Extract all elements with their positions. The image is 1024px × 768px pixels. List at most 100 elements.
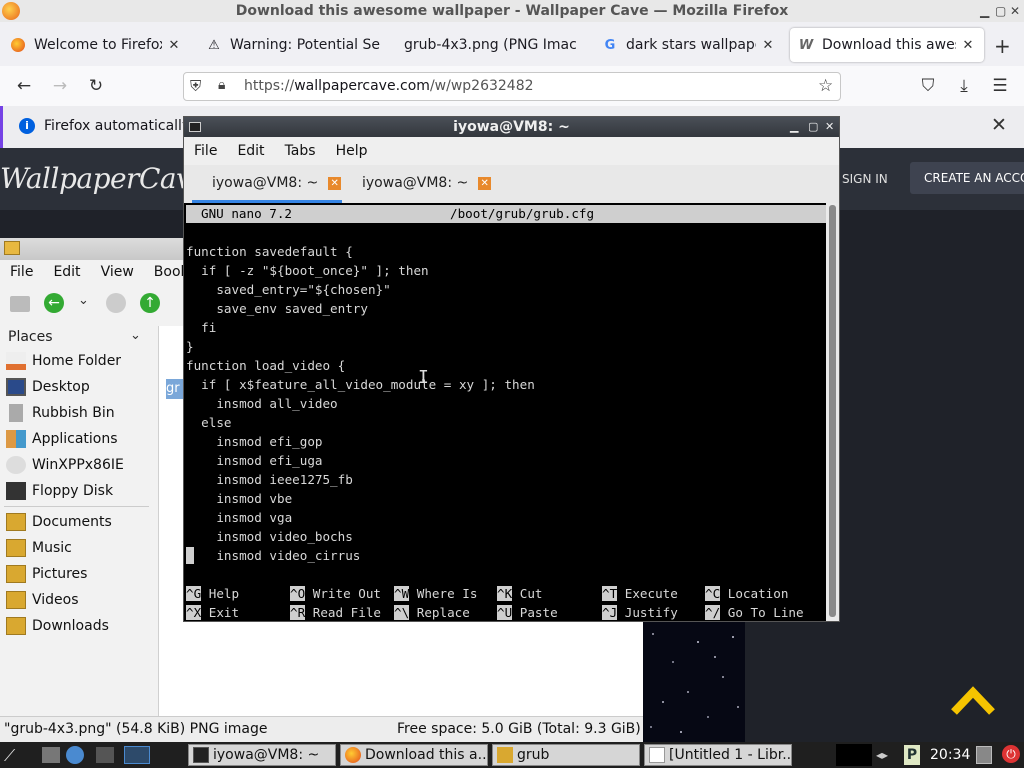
downloads-icon[interactable]: ⤓ <box>952 74 976 98</box>
up-icon[interactable]: ↑ <box>140 293 160 313</box>
taskbar-libreoffice[interactable]: [Untitled 1 - Libr... <box>644 744 792 766</box>
tab-close-icon[interactable]: ✕ <box>166 38 182 53</box>
home-icon <box>6 352 26 370</box>
close-icon[interactable]: ✕ <box>1010 0 1020 22</box>
history-dropdown-icon[interactable]: ⌄ <box>78 293 89 308</box>
tab-wallpapercave[interactable]: W Download this aweso ✕ <box>790 28 984 62</box>
place-winxp-drive[interactable]: WinXPPx86IE <box>0 452 153 478</box>
bookmark-pictures[interactable]: Pictures <box>0 561 153 587</box>
tab-close-icon[interactable]: ✕ <box>478 176 492 190</box>
pocket-icon[interactable]: ⛉ <box>916 74 940 98</box>
menu-edit[interactable]: Edit <box>43 260 90 286</box>
site-logo[interactable]: WallpaperCave <box>0 162 208 195</box>
place-floppy[interactable]: Floppy Disk <box>0 478 153 504</box>
forward-arrow-icon[interactable]: → <box>48 74 72 98</box>
power-icon[interactable]: ⏻ <box>1002 745 1020 763</box>
code-line: if [ x$feature_all_video_module = xy ]; … <box>186 377 535 392</box>
url-bar[interactable]: ⛨ 🔒︎ https://wallpapercave.com/w/wp26324… <box>183 72 841 101</box>
google-icon: G <box>604 37 616 53</box>
minimize-icon[interactable]: ▁ <box>980 0 989 22</box>
place-desktop[interactable]: Desktop <box>0 374 153 400</box>
taskbar-terminal[interactable]: iyowa@VM8: ~ <box>188 744 336 766</box>
applications-icon <box>6 430 26 448</box>
tab-grub-image[interactable]: grub-4x3.png (PNG Imac <box>396 28 592 62</box>
taskbar-grub-folder[interactable]: grub <box>492 744 640 766</box>
lock-icon[interactable]: 🔒︎ <box>218 77 225 93</box>
maximize-icon[interactable]: ▢ <box>995 0 1006 22</box>
tray-p-icon[interactable]: P <box>904 745 920 765</box>
reload-icon[interactable]: ↻ <box>84 74 108 98</box>
clock[interactable]: 20:34 <box>930 747 970 763</box>
firefox-tab-icon <box>10 37 26 53</box>
nano-filename: /boot/grub/grub.cfg <box>450 206 595 221</box>
terminal-menu-help[interactable]: Help <box>326 137 378 165</box>
menu-icon[interactable]: ☰ <box>988 74 1012 98</box>
new-tab-icon[interactable]: + <box>994 34 1011 58</box>
bookmark-documents[interactable]: Documents <box>0 509 153 535</box>
scroll-to-top-icon[interactable] <box>950 686 996 716</box>
terminal-scrollbar[interactable] <box>826 203 839 621</box>
tab-close-icon[interactable]: ✕ <box>328 176 342 190</box>
shortcut-write-out: ^O Write Out <box>290 586 382 601</box>
menu-file[interactable]: File <box>0 260 43 286</box>
minimize-icon[interactable]: ▁ <box>790 117 798 137</box>
tab-welcome[interactable]: Welcome to Firefox ✕ <box>2 28 190 62</box>
shortcut-paste: ^U Paste <box>497 605 558 620</box>
places-dropdown-icon[interactable]: ⌄ <box>130 328 141 343</box>
folder-icon <box>6 591 26 609</box>
status-free-space: Free space: 5.0 GiB (Total: 9.3 GiB) <box>397 721 641 737</box>
info-icon: i <box>19 118 35 134</box>
bookmark-downloads[interactable]: Downloads <box>0 613 153 639</box>
terminal-menu-edit[interactable]: Edit <box>227 137 274 165</box>
terminal-menu-tabs[interactable]: Tabs <box>275 137 326 165</box>
place-home[interactable]: Home Folder <box>0 348 153 374</box>
menu-view[interactable]: View <box>91 260 144 286</box>
code-line: save_env saved_entry <box>186 301 368 316</box>
place-rubbish-bin[interactable]: Rubbish Bin <box>0 400 153 426</box>
code-line: } <box>186 339 194 354</box>
url-text[interactable]: https://wallpapercave.com/w/wp2632482 <box>244 78 534 94</box>
back-icon[interactable]: ← <box>44 293 64 313</box>
text-cursor <box>186 547 194 564</box>
nano-editor[interactable]: GNU nano 7.2 /boot/grub/grub.cfg functio… <box>184 203 826 621</box>
new-tab-icon[interactable] <box>10 296 30 312</box>
selected-file-label[interactable]: gr <box>166 379 184 399</box>
terminal-tab-2[interactable]: iyowa@VM8: ~ ✕ <box>342 165 492 203</box>
workspace-switcher[interactable] <box>124 746 150 764</box>
maximize-icon[interactable]: ▢ <box>808 117 818 137</box>
folder-icon <box>6 565 26 583</box>
file-manager-launcher-icon[interactable] <box>42 747 60 763</box>
scrollbar-thumb[interactable] <box>829 205 836 617</box>
lock-screen-icon[interactable] <box>976 746 992 764</box>
tab-close-icon[interactable]: ✕ <box>760 38 776 53</box>
sign-in-link[interactable]: SIGN IN <box>842 172 888 186</box>
create-account-button[interactable]: CREATE AN ACCOUNT <box>910 162 1024 194</box>
bookmark-music[interactable]: Music <box>0 535 153 561</box>
back-arrow-icon[interactable]: ← <box>12 74 36 98</box>
taskbar-firefox[interactable]: Download this a... <box>340 744 488 766</box>
warning-icon: ⚠ <box>208 37 220 53</box>
shield-icon[interactable]: ⛨ <box>190 77 201 95</box>
forward-icon[interactable] <box>106 293 126 313</box>
browser-launcher-icon[interactable] <box>66 746 84 764</box>
wallpapercave-icon: W <box>798 37 814 53</box>
bookmark-videos[interactable]: Videos <box>0 587 153 613</box>
folder-icon <box>6 539 26 557</box>
terminal-menu-file[interactable]: File <box>184 137 227 165</box>
place-applications[interactable]: Applications <box>0 426 153 452</box>
terminal-titlebar[interactable]: iyowa@VM8: ~ ▁ ▢ ✕ <box>184 117 839 137</box>
tab-warning[interactable]: ⚠ Warning: Potential Se <box>198 28 388 62</box>
shortcut-replace: ^\ Replace <box>394 605 470 620</box>
show-desktop-icon[interactable] <box>96 747 114 763</box>
terminal-tab-1[interactable]: iyowa@VM8: ~ ✕ <box>192 165 342 203</box>
places-header[interactable]: Places <box>8 329 53 345</box>
notification-close-icon[interactable]: ✕ <box>991 114 1007 136</box>
tab-dark-stars[interactable]: G dark stars wallpaper ✕ <box>594 28 784 62</box>
bookmark-star-icon[interactable]: ☆ <box>818 76 833 96</box>
tab-close-icon[interactable]: ✕ <box>960 38 976 53</box>
drive-icon <box>6 456 26 474</box>
start-menu-icon[interactable]: ⟋ <box>4 746 15 766</box>
stars-image <box>650 633 739 733</box>
close-icon[interactable]: ✕ <box>825 117 834 137</box>
tray-arrows-icon[interactable]: ◂▸ <box>876 748 888 762</box>
